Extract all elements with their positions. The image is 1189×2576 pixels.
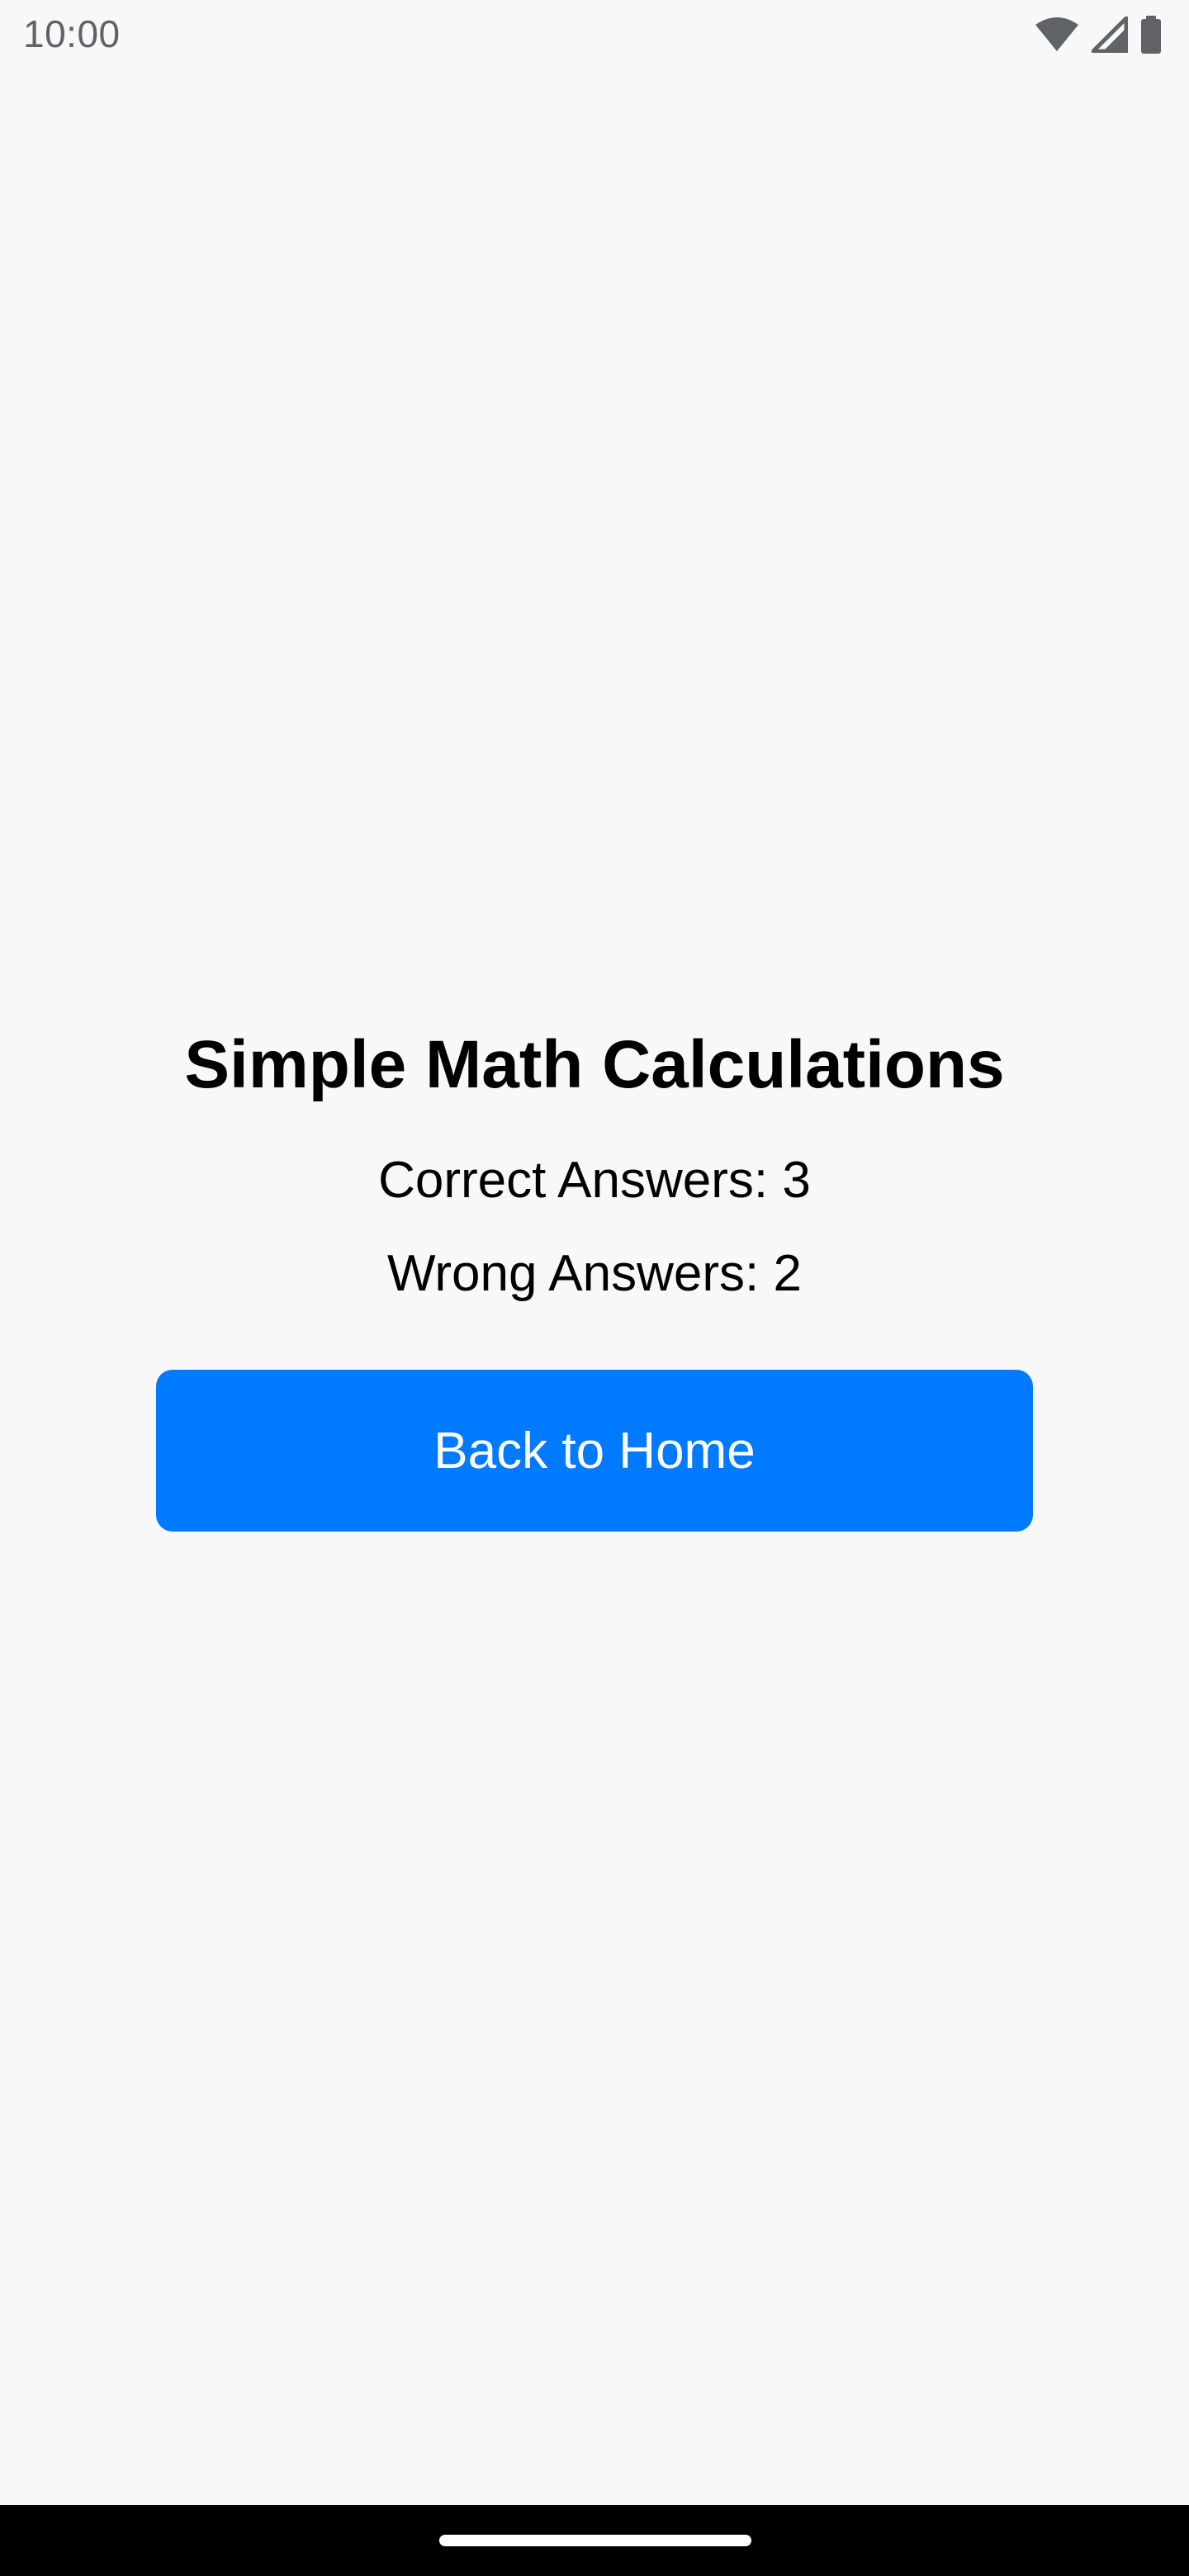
cellular-signal-icon xyxy=(1092,17,1128,53)
wifi-icon xyxy=(1034,17,1080,53)
home-gesture-handle[interactable] xyxy=(439,2535,751,2546)
page-title: Simple Math Calculations xyxy=(184,1027,1005,1102)
battery-icon xyxy=(1139,16,1163,54)
results-content: Simple Math Calculations Correct Answers… xyxy=(0,1024,1189,1532)
results-screen: 10:00 Simple Math Calculations Correct A… xyxy=(0,0,1189,2576)
status-icons xyxy=(1034,15,1163,54)
back-to-home-button[interactable]: Back to Home xyxy=(156,1370,1033,1532)
status-time: 10:00 xyxy=(23,12,121,55)
wrong-answers-text: Wrong Answers: 2 xyxy=(387,1245,802,1302)
correct-answers-text: Correct Answers: 3 xyxy=(378,1152,811,1209)
status-bar: 10:00 xyxy=(0,0,1189,74)
navigation-bar xyxy=(0,2505,1189,2576)
